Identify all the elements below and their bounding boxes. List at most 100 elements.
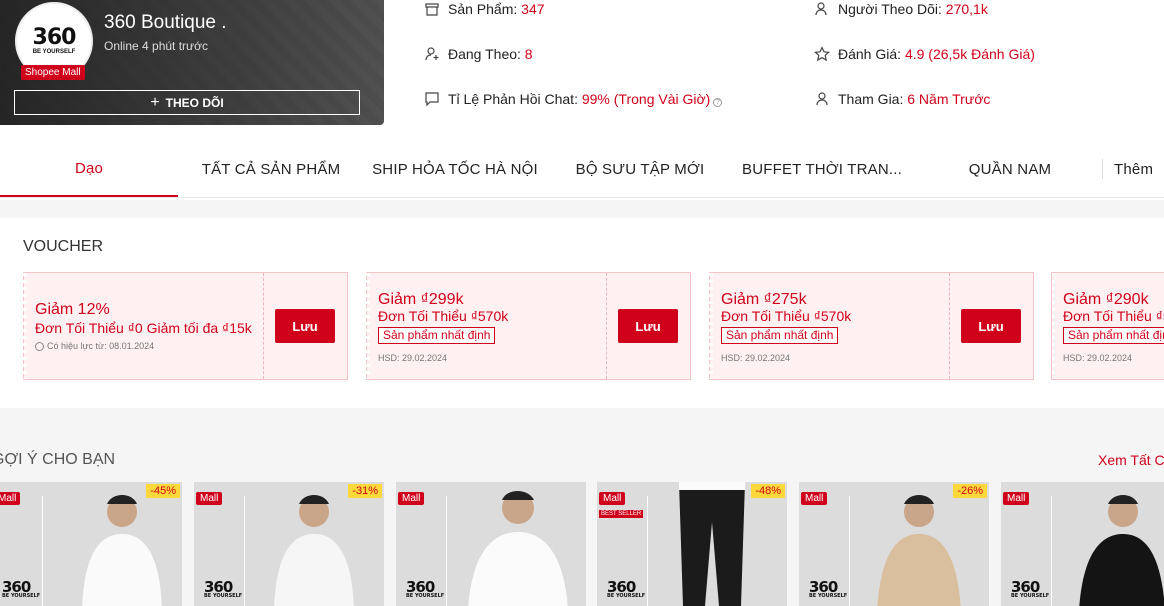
stat-chat-value: 99% (Trong Vài Giờ)	[581, 91, 711, 107]
mall-badge: Mall	[1003, 492, 1030, 505]
discount-badge: -26%	[953, 484, 987, 498]
product-image	[468, 491, 568, 606]
suggestion-title: GỢI Ý CHO BẠN	[0, 451, 116, 468]
save-voucher-button[interactable]: Lưu	[618, 309, 678, 343]
voucher-divider	[949, 273, 950, 379]
tab-men-pants[interactable]: QUẦN NAM	[950, 141, 1070, 197]
voucher-title-text: Giảm ₫290k	[1063, 291, 1149, 308]
star-icon	[814, 46, 830, 62]
voucher-title: VOUCHER	[23, 238, 104, 255]
voucher-title-text: Giảm 12%	[35, 301, 110, 318]
stat-followers-label: Người Theo Dõi:	[838, 1, 942, 17]
voucher-edge	[709, 273, 713, 379]
stat-following-label: Đang Theo:	[448, 46, 521, 62]
discount-badge: -31%	[348, 484, 382, 498]
voucher-divider	[606, 273, 607, 379]
voucher-edge	[366, 273, 370, 379]
chat-icon	[425, 92, 439, 107]
user-add-icon	[425, 47, 439, 61]
product-image	[877, 495, 961, 606]
save-voucher-button[interactable]: Lưu	[961, 309, 1021, 343]
stat-following: Đang Theo: 8	[424, 46, 533, 62]
shop-logo: 360	[32, 25, 77, 50]
stat-joined-label: Tham Gia:	[838, 91, 904, 107]
product-card[interactable]: Mall 360 BE YOURSELF	[1001, 482, 1164, 606]
store-icon	[425, 3, 439, 16]
voucher-condition: Đơn Tối Thiểu ₫570k	[721, 308, 852, 324]
voucher-condition: Đơn Tối Thiểu ₫570k	[378, 308, 509, 324]
stat-joined-value: 6 Năm Trước	[907, 91, 991, 107]
shop-name: 360 Boutique .	[104, 12, 227, 33]
stat-chat: Tỉ Lệ Phản Hồi Chat: 99% (Trong Vài Giờ)…	[424, 91, 723, 107]
voucher-title-text: Giảm ₫299k	[378, 291, 464, 308]
tab-divider	[1102, 159, 1103, 179]
best-seller-badge: BEST SELLER	[599, 510, 644, 518]
stat-products-label: Sản Phẩm:	[448, 1, 518, 17]
voucher-card: Giảm ₫275k Đơn Tối Thiểu ₫570k Sản phẩm …	[709, 272, 1034, 380]
image-divider	[446, 496, 447, 606]
stat-following-value: 8	[524, 46, 533, 62]
voucher-title-text: Giảm ₫275k	[721, 291, 807, 308]
stat-chat-label: Tỉ Lệ Phản Hồi Chat:	[448, 91, 578, 107]
shopee-mall-badge: Shopee Mall	[21, 65, 85, 80]
voucher-edge	[1052, 273, 1055, 379]
plus-icon: +	[150, 93, 160, 111]
mall-badge: Mall	[0, 492, 21, 505]
voucher-validity-text: Có hiệu lực từ: 08.01.2024	[47, 341, 155, 351]
mall-badge: Mall	[801, 492, 828, 505]
tab-more[interactable]: Thêm	[1114, 141, 1164, 197]
stat-rating: Đánh Giá: 4.9 (26,5k Đánh Giá)	[814, 46, 1035, 62]
tab-new-collection[interactable]: BỘ SƯU TẬP MỚI	[560, 141, 720, 197]
brand-watermark: 360 BE YOURSELF	[607, 578, 646, 599]
stat-rating-value: 4.9 (26,5k Đánh Giá)	[904, 46, 1035, 62]
stat-products: Sản Phẩm: 347	[424, 1, 545, 17]
stat-products-value: 347	[521, 1, 545, 17]
tab-express-hanoi[interactable]: SHIP HỎA TỐC HÀ NỘI	[364, 141, 546, 197]
voucher-tag: Sản phẩm nhất định	[721, 327, 839, 344]
voucher-card: Giảm ₫290k Đơn Tối Thiểu ₫570k Sản phẩm …	[1051, 272, 1164, 380]
tab-all-products[interactable]: TẤT CẢ SẢN PHẨM	[178, 141, 364, 197]
voucher-card: Giảm ₫299k Đơn Tối Thiểu ₫570k Sản phẩm …	[366, 272, 691, 380]
suggestion-section: GỢI Ý CHO BẠN Xem Tất Cả Mall -45% 360BE…	[0, 420, 1164, 606]
product-card[interactable]: Mall -31% 360 BE YOURSELF	[194, 482, 384, 606]
image-divider	[42, 496, 43, 606]
mall-badge: Mall	[398, 492, 425, 505]
stat-followers-value: 270,1k	[945, 1, 988, 17]
mall-badge: Mall	[599, 492, 626, 505]
voucher-section: VOUCHER Giảm 12% Đơn Tối Thiểu ₫0 Giảm t…	[0, 218, 1164, 408]
stat-followers: Người Theo Dõi: 270,1k	[814, 1, 988, 17]
help-icon[interactable]: ?	[713, 98, 723, 107]
tab-dao[interactable]: Dạo	[0, 141, 178, 197]
image-divider	[1051, 496, 1052, 606]
user-icon	[816, 92, 828, 106]
product-card[interactable]: Mall 360 BE YOURSELF	[396, 482, 586, 606]
save-voucher-button[interactable]: Lưu	[275, 309, 335, 343]
shop-logo-slogan: BE YOURSELF	[32, 49, 76, 55]
image-divider	[647, 496, 648, 606]
shop-tabs: Dạo TẤT CẢ SẢN PHẨM SHIP HỎA TỐC HÀ NỘI …	[0, 141, 1164, 198]
shop-stats: Sản Phẩm: 347 Người Theo Dõi: 270,1k Đan…	[424, 0, 1164, 125]
follow-label: THEO DÕI	[165, 95, 224, 110]
product-card[interactable]: Mall -45% 360 BE YOURSELF	[0, 482, 182, 606]
image-divider	[244, 496, 245, 606]
image-divider	[849, 496, 850, 606]
shop-status: Online 4 phút trước	[104, 39, 208, 53]
product-image	[1079, 495, 1164, 606]
followers-icon	[815, 2, 827, 16]
follow-button[interactable]: + THEO DÕI	[14, 90, 360, 115]
brand-watermark: 360 BE YOURSELF	[406, 578, 445, 599]
voucher-expiry: HSD: 29.02.2024	[378, 353, 448, 363]
brand-watermark: 360 BE YOURSELF	[809, 578, 848, 599]
discount-badge: -48%	[751, 484, 785, 498]
voucher-tag: Sản phẩm nhất định	[378, 327, 496, 344]
voucher-divider	[263, 273, 264, 379]
voucher-edge	[23, 273, 27, 379]
tab-buffet[interactable]: BUFFET THỜI TRAN...	[738, 141, 906, 197]
see-all-link[interactable]: Xem Tất Cả	[1098, 452, 1164, 468]
voucher-condition: Đơn Tối Thiểu ₫570k	[1063, 308, 1164, 324]
product-image	[679, 482, 745, 606]
shop-header: 360 BE YOURSELF Shopee Mall 360 Boutique…	[0, 0, 1164, 200]
product-card[interactable]: Mall -26% 360 BE YOURSELF	[799, 482, 989, 606]
brand-watermark: 360 BE YOURSELF	[2, 578, 41, 599]
product-card[interactable]: Mall BEST SELLER -48% 360 BE YOURSELF	[597, 482, 787, 606]
